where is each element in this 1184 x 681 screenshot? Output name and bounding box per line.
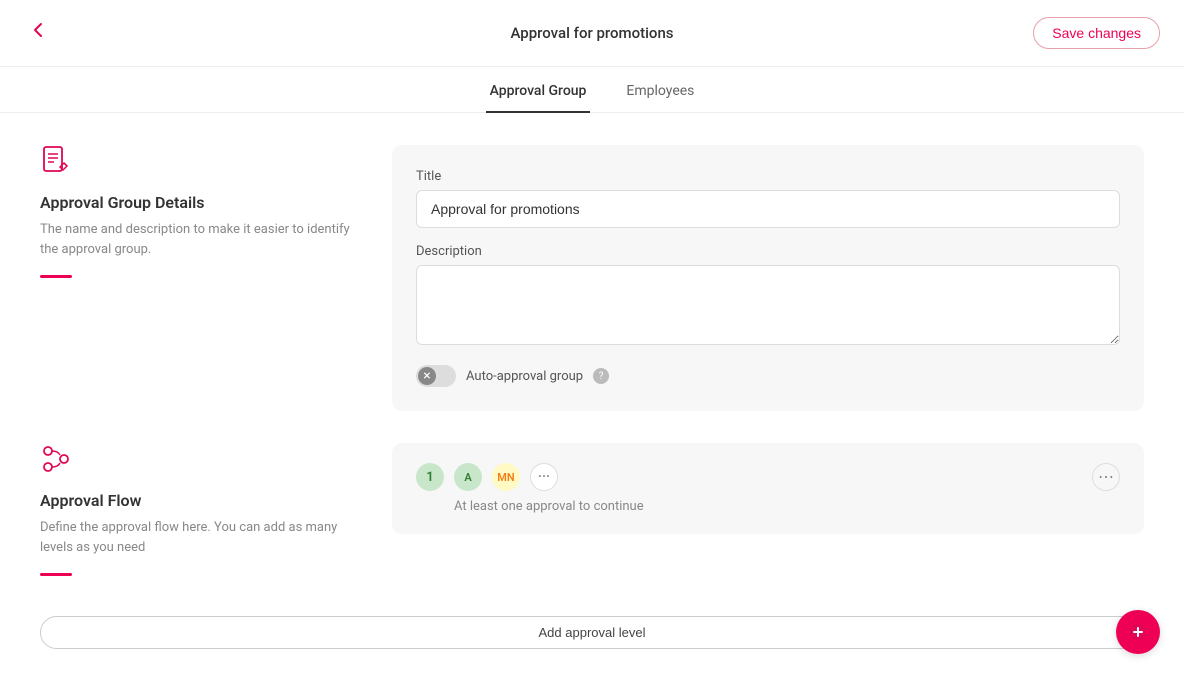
title-input[interactable] xyxy=(416,190,1120,228)
level-note-text: At least one approval to continue xyxy=(454,499,1120,514)
fab-button[interactable] xyxy=(1116,610,1160,654)
tab-employees[interactable]: Employees xyxy=(622,67,698,113)
toggle-label: Auto-approval group xyxy=(466,369,583,384)
description-label: Description xyxy=(416,244,1120,259)
approval-group-details-section: Approval Group Details The name and desc… xyxy=(40,145,1144,411)
tabs-bar: Approval Group Employees xyxy=(0,67,1184,113)
details-section-divider xyxy=(40,275,72,278)
flow-section-title: Approval Flow xyxy=(40,491,360,510)
add-approval-level-button[interactable]: Add approval level xyxy=(40,616,1144,649)
header: Approval for promotions Save changes xyxy=(0,0,1184,67)
description-textarea[interactable] xyxy=(416,265,1120,345)
page-title: Approval for promotions xyxy=(510,24,673,42)
section-left-details: Approval Group Details The name and desc… xyxy=(40,145,360,278)
approval-flow-section: Approval Flow Define the approval flow h… xyxy=(40,443,1144,576)
level-options-button[interactable]: ⋯ xyxy=(1092,463,1120,491)
back-button[interactable] xyxy=(24,16,52,50)
more-approvers-button[interactable]: ··· xyxy=(530,463,558,491)
document-edit-icon xyxy=(40,145,360,181)
approver-avatar-a[interactable]: A xyxy=(454,463,482,491)
details-section-title: Approval Group Details xyxy=(40,193,360,212)
level-number-badge: 1 xyxy=(416,463,444,491)
flow-section-desc: Define the approval flow here. You can a… xyxy=(40,518,360,557)
help-icon[interactable]: ? xyxy=(593,368,609,384)
approver-avatar-mn[interactable]: MN xyxy=(492,463,520,491)
save-button[interactable]: Save changes xyxy=(1033,17,1160,49)
title-label: Title xyxy=(416,169,1120,184)
approval-flow-card: 1 A MN ··· ⋯ At least one approval to co… xyxy=(392,443,1144,534)
toggle-knob xyxy=(418,367,436,385)
approval-level-row: 1 A MN ··· ⋯ xyxy=(416,463,1120,491)
main-content: Approval Group Details The name and desc… xyxy=(0,113,1184,681)
section-left-flow: Approval Flow Define the approval flow h… xyxy=(40,443,360,576)
details-form-card: Title Description Auto-approval group ? xyxy=(392,145,1144,411)
auto-approval-toggle[interactable] xyxy=(416,365,456,387)
tab-approval-group[interactable]: Approval Group xyxy=(486,67,591,113)
details-section-desc: The name and description to make it easi… xyxy=(40,220,360,259)
flow-section-divider xyxy=(40,573,72,576)
flow-icon xyxy=(40,443,360,479)
auto-approval-row: Auto-approval group ? xyxy=(416,365,1120,387)
